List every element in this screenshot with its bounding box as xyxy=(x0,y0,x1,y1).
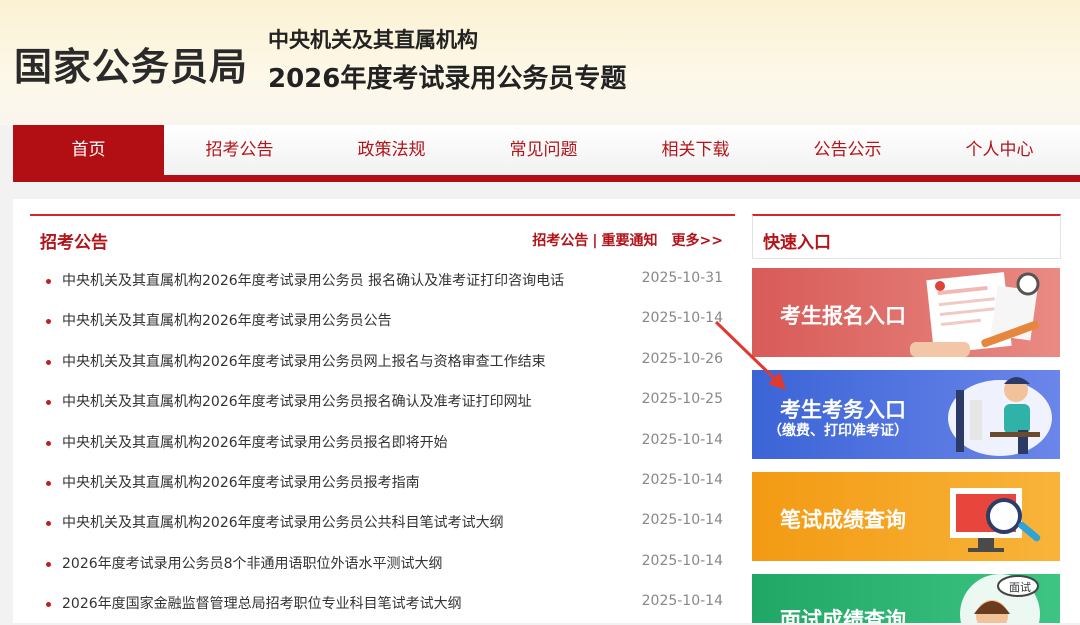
bullet-icon xyxy=(46,561,51,567)
bullet-icon xyxy=(46,521,51,527)
computer-user-icon xyxy=(948,377,1052,456)
registration-entry-button[interactable]: 考生报名入口 xyxy=(752,268,1060,357)
list-item[interactable]: 中央机关及其直属机构2026年度考试录用公务员网上报名与资格审查工作结束 2025… xyxy=(30,341,735,381)
registration-entry-label: 考生报名入口 xyxy=(780,304,906,328)
header-subtitle: 中央机关及其直属机构 xyxy=(268,28,478,52)
list-item[interactable]: 中央机关及其直属机构2026年度考试录用公务员公共科目笔试考试大纲 2025-10… xyxy=(30,502,735,542)
quick-access-header: 快速入口 xyxy=(752,214,1061,259)
list-item[interactable]: 中央机关及其直属机构2026年度考试录用公务员报名确认及准考证打印网址 2025-… xyxy=(30,381,735,421)
news-item-title[interactable]: 中央机关及其直属机构2026年度考试录用公务员公共科目笔试考试大纲 xyxy=(62,512,504,532)
bullet-icon xyxy=(46,602,51,608)
interview-person-icon: 面试 xyxy=(960,574,1040,623)
main-nav: 首页 招考公告 政策法规 常见问题 相关下载 公告公示 个人中心 xyxy=(13,125,1080,182)
news-item-title[interactable]: 中央机关及其直属机构2026年度考试录用公务员 报名确认及准考证打印咨询电话 xyxy=(62,270,564,290)
nav-item-notices[interactable]: 公告公示 xyxy=(772,125,923,175)
list-item[interactable]: 中央机关及其直属机构2026年度考试录用公务员 报名确认及准考证打印咨询电话 20… xyxy=(30,260,735,300)
news-panel-links: 招考公告 | 重要通知 更多>> xyxy=(532,230,723,250)
news-item-title[interactable]: 2026年度国家金融监督管理总局招考职位专业科目笔试考试大纲 xyxy=(62,593,462,613)
list-item[interactable]: 中央机关及其直属机构2026年度考试录用公务员报考指南 2025-10-14 xyxy=(30,462,735,502)
news-panel: 招考公告 招考公告 | 重要通知 更多>> 中央机关及其直属机构2026年度考试录用公… xyxy=(30,214,735,625)
news-item-date: 2025-10-14 xyxy=(641,552,723,569)
news-list: 中央机关及其直属机构2026年度考试录用公务员 报名确认及准考证打印咨询电话 20… xyxy=(30,260,735,624)
tab-announcements[interactable]: 招考公告 xyxy=(532,233,588,249)
news-item-date: 2025-10-14 xyxy=(641,431,723,448)
monitor-search-icon xyxy=(950,488,1041,552)
tab-important-notices[interactable]: 重要通知 xyxy=(602,233,658,249)
site-header: 国家公务员局 中央机关及其直属机构 2026年度考试录用公务员专题 xyxy=(0,0,1080,125)
news-item-date: 2025-10-26 xyxy=(641,350,723,367)
news-item-title[interactable]: 中央机关及其直属机构2026年度考试录用公务员网上报名与资格审查工作结束 xyxy=(62,351,546,371)
interview-score-query-button[interactable]: 面试 面试成绩查询 xyxy=(752,574,1060,623)
pointer-arrow-icon xyxy=(714,320,786,390)
news-item-date: 2025-10-14 xyxy=(641,512,723,529)
written-score-query-button[interactable]: 笔试成绩查询 xyxy=(752,472,1060,561)
news-item-date: 2025-10-14 xyxy=(641,310,723,327)
news-item-date: 2025-10-25 xyxy=(641,391,723,408)
nav-item-personal-center[interactable]: 个人中心 xyxy=(924,125,1075,175)
link-separator: | xyxy=(592,233,598,249)
news-item-title[interactable]: 中央机关及其直属机构2026年度考试录用公务员报考指南 xyxy=(62,472,420,492)
list-item[interactable]: 2026年度国家金融监督管理总局招考职位专业科目笔试考试大纲 2025-10-14 xyxy=(30,583,735,623)
registration-form-icon xyxy=(910,272,1040,357)
more-link[interactable]: 更多>> xyxy=(672,233,723,249)
interview-badge-text: 面试 xyxy=(1009,581,1031,594)
bullet-icon xyxy=(46,319,51,325)
list-item[interactable]: 中央机关及其直属机构2026年度考试录用公务员报名即将开始 2025-10-14 xyxy=(30,422,735,462)
news-item-title[interactable]: 中央机关及其直属机构2026年度考试录用公务员报名确认及准考证打印网址 xyxy=(62,391,532,411)
nav-item-home[interactable]: 首页 xyxy=(13,125,164,175)
news-item-date: 2025-10-14 xyxy=(641,593,723,610)
quick-access-title: 快速入口 xyxy=(763,233,831,253)
news-item-title[interactable]: 中央机关及其直属机构2026年度考试录用公务员公告 xyxy=(62,310,392,330)
bullet-icon xyxy=(46,480,51,486)
bullet-icon xyxy=(46,279,51,284)
nav-item-downloads[interactable]: 相关下载 xyxy=(620,125,771,175)
news-item-date: 2025-10-31 xyxy=(641,270,723,286)
interview-score-query-label: 面试成绩查询 xyxy=(780,608,906,623)
news-item-date: 2025-10-14 xyxy=(641,471,723,488)
written-score-query-label: 笔试成绩查询 xyxy=(780,508,906,532)
exam-affairs-entry-button[interactable]: 考生考务入口 （缴费、打印准考证） xyxy=(752,370,1060,459)
nav-item-policies[interactable]: 政策法规 xyxy=(316,125,467,175)
bullet-icon xyxy=(46,359,51,365)
nav-item-faq[interactable]: 常见问题 xyxy=(468,125,619,175)
list-item[interactable]: 中央机关及其直属机构2026年度考试录用公务员公告 2025-10-14 xyxy=(30,300,735,340)
news-panel-title: 招考公告 xyxy=(40,233,108,253)
news-item-title[interactable]: 中央机关及其直属机构2026年度考试录用公务员报名即将开始 xyxy=(62,432,448,452)
page-title: 2026年度考试录用公务员专题 xyxy=(268,64,627,94)
site-logo[interactable]: 国家公务员局 xyxy=(14,36,248,91)
list-item[interactable]: 2026年度考试录用公务员8个非通用语职位外语水平测试大纲 2025-10-14 xyxy=(30,543,735,583)
news-item-title[interactable]: 2026年度考试录用公务员8个非通用语职位外语水平测试大纲 xyxy=(62,553,443,573)
bullet-icon xyxy=(46,440,51,446)
nav-item-announcements[interactable]: 招考公告 xyxy=(164,125,315,175)
bullet-icon xyxy=(46,400,51,406)
exam-affairs-entry-sub: （缴费、打印准考证） xyxy=(768,423,908,439)
